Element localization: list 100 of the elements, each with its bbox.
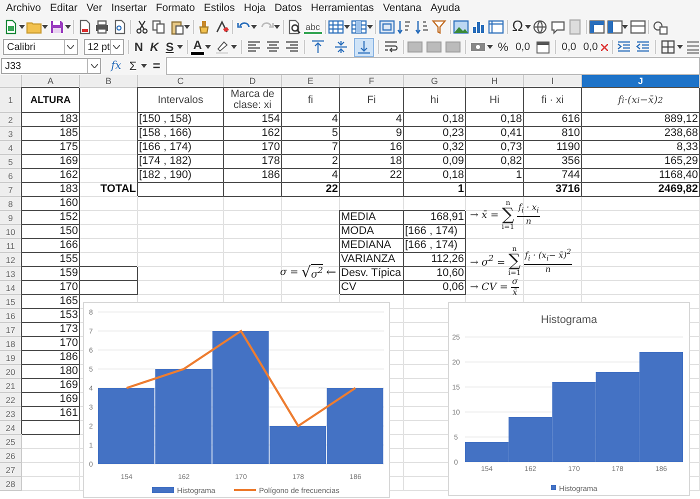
text-cell: CV (340, 281, 404, 295)
row-header[interactable]: 15 (0, 295, 22, 309)
name-box[interactable]: J33 (1, 58, 101, 74)
column-header[interactable]: A (22, 75, 80, 88)
text-cell: Desv. Típica (340, 267, 404, 281)
row-header[interactable]: 7 (0, 183, 22, 197)
menu-item[interactable]: Ver (83, 2, 108, 14)
row-header[interactable]: 9 (0, 211, 22, 225)
row-header[interactable]: 16 (0, 309, 22, 323)
number-cell: 162 (224, 127, 282, 141)
number-format-button[interactable]: 0,0 (513, 39, 532, 55)
number-cell: 169 (22, 155, 80, 169)
row-header[interactable]: 12 (0, 253, 22, 267)
number-cell: 8,33 (582, 141, 700, 155)
row-header[interactable]: 11 (0, 239, 22, 253)
row-header[interactable]: 25 (0, 435, 22, 449)
column-heading: Hi (466, 88, 524, 113)
text-cell: MEDIANA (340, 239, 404, 253)
number-cell: 616 (524, 113, 582, 127)
number-cell: 0,06 (404, 281, 466, 295)
column-header[interactable]: I (524, 75, 582, 88)
number-cell: 178 (224, 155, 282, 169)
bold-button[interactable]: N (132, 39, 146, 55)
number-cell: 165 (22, 295, 80, 309)
number-cell: 165,29 (582, 155, 700, 169)
row-header[interactable]: 13 (0, 267, 22, 281)
row-header[interactable]: 18 (0, 337, 22, 351)
row-header[interactable]: 1 (0, 88, 22, 113)
function-wizard-button[interactable]: fx (109, 58, 124, 74)
number-cell: 154 (224, 113, 282, 127)
row-header[interactable]: 3 (0, 127, 22, 141)
number-cell: 4 (282, 169, 340, 183)
chart-title: Histograma (540, 314, 598, 326)
menu-item[interactable]: Hoja (240, 2, 272, 14)
row-header[interactable]: 28 (0, 477, 22, 491)
number-cell: 169 (22, 379, 80, 393)
number-cell: 0,18 (404, 169, 466, 183)
menu-item[interactable]: Editar (47, 2, 84, 14)
spelling-button[interactable]: abc (304, 19, 322, 34)
special-character-button[interactable]: Ω (510, 18, 526, 34)
number-cell: 0,23 (404, 127, 466, 141)
column-header[interactable]: G (404, 75, 466, 88)
number-cell: 175 (22, 141, 80, 155)
row-header[interactable]: 2 (0, 113, 22, 127)
column-heading: ALTURA (22, 88, 80, 113)
text-cell: [166 , 174) (138, 141, 224, 155)
number-cell: 18 (340, 155, 404, 169)
menu-item[interactable]: Herramientas (308, 2, 380, 14)
column-header[interactable]: C (138, 75, 224, 88)
column-header[interactable]: D (224, 75, 282, 88)
row-header[interactable]: 24 (0, 421, 22, 435)
text-cell: [158 , 166) (138, 127, 224, 141)
row-header[interactable]: 17 (0, 323, 22, 337)
column-header[interactable]: E (282, 75, 340, 88)
column-header[interactable]: H (466, 75, 524, 88)
number-cell: 162 (22, 169, 80, 183)
delete-decimal-button[interactable]: 0,0 (581, 39, 600, 55)
row-header[interactable]: 27 (0, 463, 22, 477)
column-header[interactable]: F (340, 75, 404, 88)
row-header[interactable]: 6 (0, 169, 22, 183)
number-cell: 1190 (524, 141, 582, 155)
number-cell: 173 (22, 323, 80, 337)
menu-item[interactable]: Ayuda (427, 2, 466, 14)
column-heading: Marca de clase: xi (224, 88, 282, 113)
number-cell: 183 (22, 183, 80, 197)
row-header[interactable]: 10 (0, 225, 22, 239)
number-cell: 0,41 (466, 127, 524, 141)
row-header[interactable]: 21 (0, 379, 22, 393)
menu-item[interactable]: Insertar (108, 2, 153, 14)
sum-button[interactable]: Σ (127, 58, 139, 74)
row-header[interactable]: 23 (0, 407, 22, 421)
add-decimal-button[interactable]: 0,0 (560, 39, 578, 55)
menu-item[interactable]: Formato (152, 2, 201, 14)
text-cell: VARIANZA (340, 253, 404, 267)
percent-button[interactable]: % (496, 39, 510, 55)
column-header[interactable]: B (80, 75, 138, 88)
number-cell: 810 (524, 127, 582, 141)
number-cell: 0,18 (466, 113, 524, 127)
row-header[interactable]: 22 (0, 393, 22, 407)
column-header[interactable]: J (582, 75, 700, 88)
number-cell: 186 (224, 169, 282, 183)
menu-item[interactable]: Ventana (380, 2, 428, 14)
number-cell: 0,82 (466, 155, 524, 169)
row-header[interactable]: 5 (0, 155, 22, 169)
row-header[interactable]: 4 (0, 141, 22, 155)
row-header[interactable]: 19 (0, 351, 22, 365)
menu-item[interactable]: Archivo (3, 2, 48, 14)
menu-item[interactable]: Estilos (200, 2, 241, 14)
row-header[interactable]: 14 (0, 281, 22, 295)
menu-item[interactable]: Datos (271, 2, 308, 14)
font-name-field[interactable]: Calibri (3, 39, 78, 55)
row-header[interactable]: 8 (0, 197, 22, 211)
font-size-field[interactable]: 12 pt (84, 39, 124, 55)
italic-button[interactable]: K (148, 39, 161, 55)
number-cell: 0,18 (404, 113, 466, 127)
text-cell: [182 , 190) (138, 169, 224, 183)
row-header[interactable]: 20 (0, 365, 22, 379)
underline-button[interactable]: S (164, 39, 176, 55)
row-header[interactable]: 26 (0, 449, 22, 463)
formula-button[interactable]: = (150, 58, 162, 74)
